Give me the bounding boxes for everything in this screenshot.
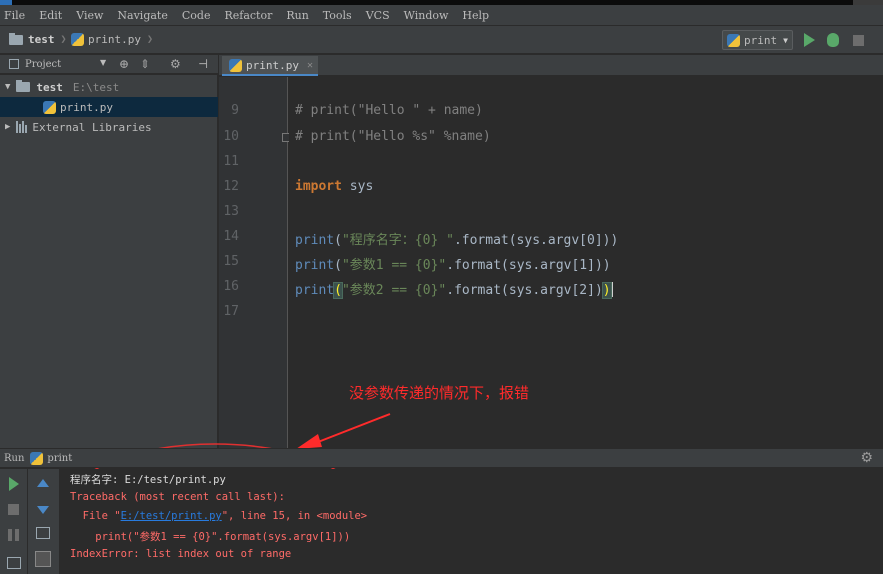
print-icon[interactable] (35, 551, 51, 567)
rerun-icon[interactable] (9, 477, 19, 491)
run-console-output[interactable]: 程序名字: E:/test/print.py Traceback (most r… (60, 469, 883, 574)
libraries-icon (16, 121, 28, 133)
code-line-12: import sys (295, 179, 374, 194)
console-line: 程序名字: E:/test/print.py (70, 474, 226, 486)
menu-code[interactable]: Code (182, 9, 211, 22)
menu-bar: File Edit View Navigate Code Refactor Ru… (0, 5, 883, 26)
collapse-icon[interactable]: ⇕ (140, 57, 150, 71)
project-panel-title[interactable]: Project (25, 59, 61, 70)
gear-icon[interactable]: ⚙ (170, 57, 181, 71)
run-button[interactable] (801, 32, 817, 48)
menu-edit[interactable]: Edit (39, 9, 62, 22)
editor-top-space (219, 77, 883, 100)
bug-icon (827, 33, 839, 47)
console-line: IndexError: list index out of range (70, 548, 292, 560)
layout-icon[interactable] (7, 557, 21, 569)
python-file-icon (43, 100, 56, 114)
expand-arrow-icon[interactable]: ▼ (5, 82, 10, 92)
folder-icon (16, 80, 31, 92)
matched-paren: ) (601, 282, 612, 299)
matched-paren: ( (333, 282, 343, 299)
console-line: Traceback (most recent call last): (70, 491, 285, 503)
arrow-up-icon[interactable] (37, 479, 49, 487)
dropdown-arrow-icon[interactable]: ▼ (100, 58, 106, 67)
run-toolbar-left (0, 469, 28, 574)
stop-icon[interactable] (8, 504, 19, 515)
code-line-14: print("程序名字：{0} ".format(sys.argv[0])) (295, 233, 619, 248)
line-number-gutter: 9 10 11 12 13 14 15 16 17 (219, 100, 288, 448)
annotation-text: 没参数传递的情况下，报错 (349, 384, 530, 402)
gutter-top (219, 77, 288, 100)
debug-button[interactable] (825, 32, 841, 48)
code-line-16: print("参数2 == {0}".format(sys.argv[2])) (295, 282, 613, 299)
chevron-right-icon: ❯ (60, 34, 67, 45)
console-line: File "E:/test/print.py", line 15, in <mo… (70, 510, 368, 522)
breadcrumb-project[interactable]: test ❯ (9, 32, 67, 46)
chevron-right-icon: ❯ (146, 34, 154, 45)
run-panel-label: Run (4, 452, 25, 464)
run-panel-header: Run print ⚙ (0, 448, 883, 468)
stop-button[interactable] (850, 32, 866, 48)
python-config-icon (30, 451, 44, 465)
project-view-icon (9, 59, 19, 69)
dropdown-arrow-icon: ▼ (783, 35, 788, 45)
soft-wrap-icon[interactable] (36, 527, 50, 539)
menu-tools[interactable]: Tools (323, 9, 352, 22)
stop-icon (853, 35, 864, 46)
menu-help[interactable]: Help (462, 9, 489, 22)
tree-item-libraries[interactable]: ▶ External Libraries (0, 117, 218, 137)
hide-panel-icon[interactable]: ⊣ (198, 57, 208, 71)
arrow-down-icon[interactable] (37, 506, 49, 514)
python-file-icon (71, 33, 84, 46)
collapsed-arrow-icon[interactable]: ▶ (5, 122, 10, 132)
play-icon (804, 33, 815, 47)
code-line-10: # print("Hello %s" %name) (295, 129, 491, 144)
menu-file[interactable]: File (4, 9, 25, 22)
text-caret (610, 282, 613, 297)
code-line-9: # print("Hello " + name) (295, 103, 483, 118)
python-file-icon (229, 58, 242, 72)
code-line-15: print("参数1 == {0}".format(sys.argv[1])) (295, 258, 611, 273)
pause-icon[interactable] (8, 529, 19, 541)
project-panel-header: Project ▼ ⊕ ⇕ ⚙ ⊣ (0, 55, 218, 74)
file-link[interactable]: E:/test/print.py (121, 510, 222, 522)
project-tree: ▼ test E:\test print.py ▶ External Libra… (0, 75, 218, 448)
menu-refactor[interactable]: Refactor (224, 9, 272, 22)
menu-window[interactable]: Window (404, 9, 449, 22)
editor-tab-bar: print.py ✕ (219, 55, 883, 76)
run-toolbar-right (28, 469, 60, 574)
run-config-name[interactable]: print (47, 453, 72, 464)
tree-item-root[interactable]: ▼ test E:\test (0, 77, 218, 97)
sync-icon[interactable]: ⊕ (119, 57, 129, 71)
tree-item-file[interactable]: print.py (0, 97, 218, 117)
navigation-bar: test ❯ print.py ❯ print ▼ (0, 26, 883, 54)
menu-run[interactable]: Run (286, 9, 308, 22)
console-line: print("参数1 == {0}".format(sys.argv[1])) (70, 531, 351, 543)
gear-icon[interactable]: ⚙ (860, 450, 873, 466)
folder-icon (9, 32, 23, 45)
tab-print-py[interactable]: print.py ✕ (222, 56, 318, 76)
menu-navigate[interactable]: Navigate (117, 9, 167, 22)
breadcrumb-file[interactable]: print.py ❯ (71, 33, 153, 46)
python-config-icon (727, 33, 740, 47)
menu-vcs[interactable]: VCS (366, 9, 390, 22)
close-icon[interactable]: ✕ (307, 60, 313, 71)
menu-view[interactable]: View (76, 9, 103, 22)
run-config-select[interactable]: print ▼ (722, 30, 793, 50)
